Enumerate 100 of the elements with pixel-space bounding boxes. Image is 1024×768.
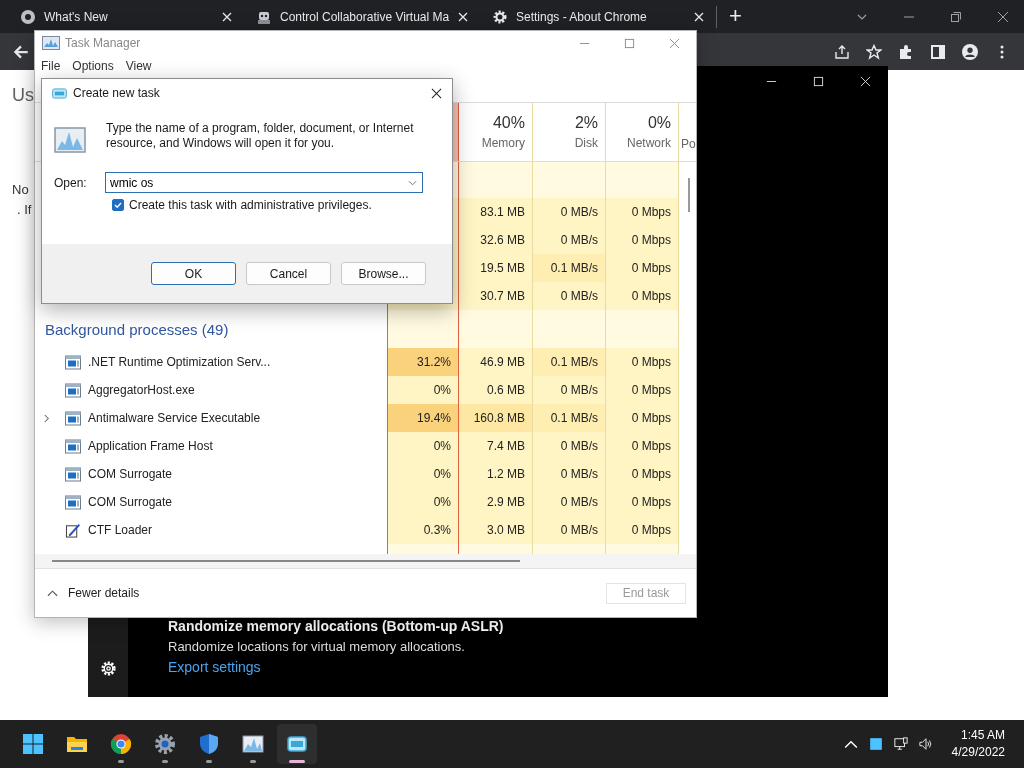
table-cell: 0.1 MB/s bbox=[533, 404, 606, 432]
page-heading: Us bbox=[12, 85, 34, 106]
table-cell: 0 MB/s bbox=[533, 282, 606, 310]
dialog-title: Create new task bbox=[73, 86, 160, 100]
table-cell: 0 MB/s bbox=[533, 198, 606, 226]
column-header[interactable]: Po bbox=[679, 103, 696, 161]
browser-tab[interactable]: Control Collaborative Virtual Ma bbox=[246, 0, 474, 33]
process-name[interactable]: COM Surrogate bbox=[88, 467, 173, 481]
process-name[interactable]: .NET Runtime Optimization Serv... bbox=[88, 355, 271, 369]
monitor-icon bbox=[54, 127, 86, 153]
table-cell: 0 MB/s bbox=[533, 460, 606, 488]
table-cell: 0 Mbps bbox=[606, 198, 679, 226]
process-name[interactable]: COM Surrogate bbox=[88, 495, 173, 509]
dialog-button[interactable]: Browse... bbox=[341, 262, 426, 285]
restore-icon[interactable] bbox=[950, 10, 962, 23]
table-cell: 0 MB/s bbox=[533, 488, 606, 516]
table-cell: 31.2% bbox=[387, 348, 459, 376]
table-cell: 0 Mbps bbox=[606, 348, 679, 376]
table-cell: 32.6 MB bbox=[459, 226, 533, 254]
caret-up-icon[interactable] bbox=[47, 589, 58, 597]
table-cell: 0 Mbps bbox=[606, 432, 679, 460]
window-title: Task Manager bbox=[65, 36, 141, 50]
table-cell: 0 MB/s bbox=[533, 516, 606, 544]
dialog-button[interactable]: OK bbox=[151, 262, 236, 285]
browser-tab[interactable]: Settings - About Chrome bbox=[482, 0, 710, 33]
window-icon bbox=[52, 87, 67, 99]
taskbar-window-button[interactable] bbox=[277, 724, 317, 764]
dialog-message: Type the name of a program, folder, document, or Internet resource, and Windows will open it for you. bbox=[106, 121, 415, 152]
shield-icon bbox=[197, 732, 221, 756]
profile-icon[interactable] bbox=[962, 43, 978, 60]
process-name[interactable]: Antimalware Service Executable bbox=[88, 411, 261, 425]
table-cell: 19.5 MB bbox=[459, 254, 533, 282]
clock-date[interactable]: 4/29/2022 bbox=[951, 744, 1005, 761]
table-cell: 0.1 MB/s bbox=[533, 254, 606, 282]
settings-icon[interactable] bbox=[99, 660, 117, 677]
table-cell: 0% bbox=[387, 432, 459, 460]
volume-icon[interactable] bbox=[918, 737, 933, 751]
monitor-chart-icon bbox=[241, 732, 265, 756]
windows-logo-icon bbox=[21, 732, 45, 756]
scrollbar-thumb[interactable] bbox=[52, 560, 520, 562]
close-icon[interactable] bbox=[997, 10, 1009, 23]
column-header[interactable]: 40% Memory bbox=[459, 103, 533, 161]
setting-description: Randomize locations for virtual memory allocations. bbox=[168, 639, 466, 654]
table-cell: 0% bbox=[387, 488, 459, 516]
table-cell: 160.8 MB bbox=[459, 404, 533, 432]
table-cell: 0 Mbps bbox=[606, 460, 679, 488]
command-field[interactable]: wmic os bbox=[105, 172, 423, 193]
table-cell: 0 MB/s bbox=[533, 376, 606, 404]
window-icon bbox=[65, 494, 81, 510]
table-cell: 0 Mbps bbox=[606, 404, 679, 432]
menu-item[interactable]: View bbox=[125, 59, 152, 73]
share-icon[interactable] bbox=[834, 43, 850, 60]
table-cell: 19.4% bbox=[387, 404, 459, 432]
process-name[interactable]: Application Frame Host bbox=[88, 439, 213, 453]
star-icon[interactable] bbox=[866, 43, 882, 60]
caret-icon[interactable] bbox=[408, 180, 417, 186]
process-name[interactable]: AggregatorHost.exe bbox=[88, 383, 195, 397]
table-cell: 0.3% bbox=[387, 516, 459, 544]
export-settings-link[interactable]: Export settings bbox=[168, 659, 888, 675]
scrollbar-thumb[interactable] bbox=[688, 178, 690, 212]
sidebar-icon[interactable] bbox=[930, 43, 946, 60]
app-tray-icon[interactable] bbox=[868, 737, 883, 751]
chevron-icon[interactable] bbox=[43, 412, 50, 424]
browser-tab[interactable]: What's New bbox=[10, 0, 238, 33]
network-icon[interactable] bbox=[893, 737, 908, 751]
table-cell: 0 Mbps bbox=[606, 282, 679, 310]
window-icon bbox=[65, 438, 81, 454]
table-cell: 0 MB/s bbox=[533, 432, 606, 460]
table-cell: 2.9 MB bbox=[459, 488, 533, 516]
menu-item[interactable]: Options bbox=[72, 59, 114, 73]
table-cell: 0 MB/s bbox=[533, 226, 606, 254]
table-cell: 0 Mbps bbox=[606, 488, 679, 516]
table-cell: 0.6 MB bbox=[459, 376, 533, 404]
table-cell: 30.7 MB bbox=[459, 282, 533, 310]
group-heading: Background processes (49) bbox=[45, 320, 229, 338]
window-icon bbox=[65, 466, 81, 482]
table-cell: 0 Mbps bbox=[606, 226, 679, 254]
close-icon[interactable] bbox=[431, 87, 442, 99]
page-text: No bbox=[12, 181, 29, 199]
setting-title: Randomize memory allocations (Bottom-up ASLR) bbox=[168, 618, 505, 634]
dialog-button[interactable]: Cancel bbox=[246, 262, 331, 285]
chrome-icon bbox=[20, 8, 36, 25]
table-cell bbox=[387, 310, 459, 348]
table-cell: 7.4 MB bbox=[459, 432, 533, 460]
process-name[interactable]: CTF Loader bbox=[88, 523, 153, 537]
window-icon bbox=[65, 354, 81, 370]
table-cell: 46.9 MB bbox=[459, 348, 533, 376]
menu-item[interactable]: File bbox=[41, 59, 61, 73]
clock-time[interactable]: 1:45 AM bbox=[960, 727, 1005, 744]
gear-icon bbox=[153, 732, 177, 756]
puzzle-icon[interactable] bbox=[898, 43, 914, 60]
new-tab-button[interactable]: + bbox=[716, 5, 742, 28]
checkbox-label: Create this task with administrative privileges. bbox=[129, 198, 372, 212]
checkbox[interactable] bbox=[112, 199, 124, 211]
column-header[interactable]: 0% Network bbox=[606, 103, 679, 161]
table-cell: 0 Mbps bbox=[606, 254, 679, 282]
table-cell: 1.2 MB bbox=[459, 460, 533, 488]
table-cell: 0 Mbps bbox=[606, 516, 679, 544]
column-header[interactable]: 2% Disk bbox=[533, 103, 606, 161]
fewer-details-link[interactable]: Fewer details bbox=[68, 586, 140, 600]
